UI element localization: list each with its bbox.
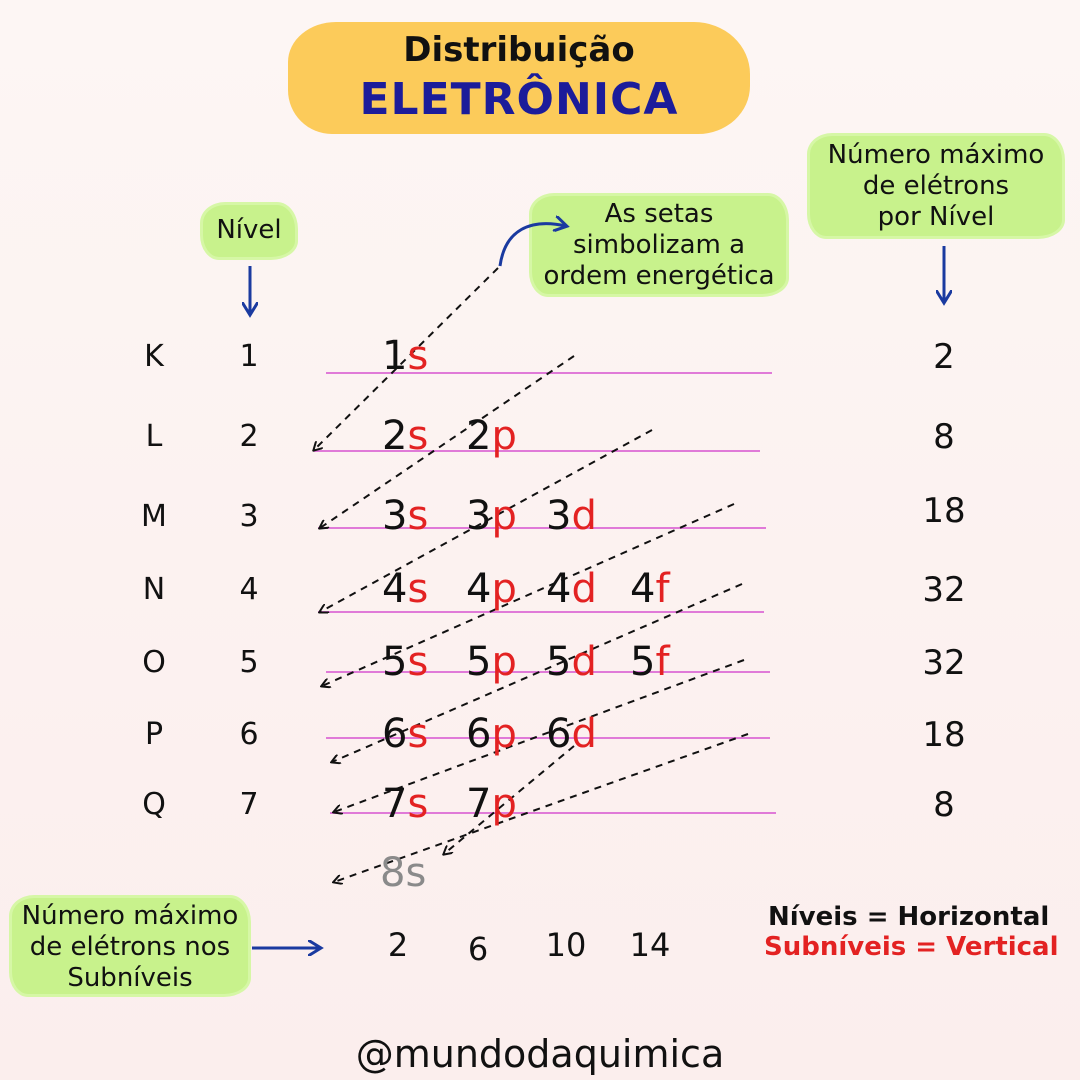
sublevel-letter: s — [407, 413, 429, 459]
legend-levels: Níveis = Horizontal — [768, 902, 1050, 932]
shell-letter: Q — [142, 787, 166, 822]
sublevel-letter: p — [491, 781, 517, 827]
sublevel-number: 3 — [546, 493, 572, 539]
sublevel-4p: 4p — [466, 566, 517, 612]
sublevel-letter: f — [655, 566, 670, 612]
level-number: 7 — [239, 787, 259, 822]
sublevel-5s: 5s — [382, 639, 428, 685]
level-capacity: 18 — [922, 715, 966, 755]
sublevel-number: 5 — [382, 639, 408, 685]
sublevel-capacity-d: 10 — [545, 926, 587, 964]
sublevel-number: 3 — [466, 493, 492, 539]
sublevel-letter: p — [491, 639, 517, 685]
level-number: 4 — [239, 572, 259, 607]
sublevel-4s: 4s — [382, 566, 428, 612]
sublevel-letter: s — [407, 639, 429, 685]
sublevel-number: 7 — [382, 781, 408, 827]
sublevel-letter: p — [491, 413, 517, 459]
sublevel-number: 5 — [466, 639, 492, 685]
shell-letter: N — [142, 572, 166, 607]
sublevel-5f: 5f — [630, 639, 670, 685]
shell-letter: K — [144, 339, 164, 374]
sublevel-7p: 7p — [466, 781, 517, 827]
sublevel-4f: 4f — [630, 566, 670, 612]
sublevel-number: 2 — [382, 413, 408, 459]
sublevel-3s: 3s — [382, 493, 428, 539]
sublevel-6s: 6s — [382, 711, 428, 757]
level-capacity: 32 — [922, 570, 966, 610]
sublevel-number: 7 — [466, 781, 492, 827]
sublevel-number: 5 — [630, 639, 656, 685]
author-handle: @mundodaquimica — [355, 1032, 725, 1076]
sublevel-number: 6 — [382, 711, 408, 757]
sublevel-number: 6 — [546, 711, 572, 757]
sublevel-number: 4 — [382, 566, 408, 612]
sublevel-number: 4 — [466, 566, 492, 612]
sublevel-letter: p — [491, 566, 517, 612]
sublevel-6d: 6d — [546, 711, 597, 757]
sublevel-number: 6 — [466, 711, 492, 757]
shell-letter: L — [145, 419, 163, 454]
sublevel-number: 2 — [466, 413, 492, 459]
sublevel-capacity-f: 14 — [629, 926, 671, 964]
level-number: 1 — [239, 339, 259, 374]
sublevel-5p: 5p — [466, 639, 517, 685]
sublevel-letter: s — [407, 333, 429, 379]
sublevel-letter: p — [491, 711, 517, 757]
sublevel-letter: s — [407, 711, 429, 757]
sublevel-number: 4 — [630, 566, 656, 612]
sublevel-letter: s — [407, 566, 429, 612]
level-number: 6 — [239, 717, 259, 752]
level-capacity: 8 — [933, 785, 955, 825]
sublevel-2s: 2s — [382, 413, 428, 459]
sublevel-number: 5 — [546, 639, 572, 685]
shell-letter: P — [144, 717, 164, 752]
sublevel-3d: 3d — [546, 493, 597, 539]
legend-sublevels: Subníveis = Vertical — [764, 932, 1059, 962]
level-capacity: 18 — [922, 491, 966, 531]
sublevel-6p: 6p — [466, 711, 517, 757]
level-number: 3 — [239, 499, 259, 534]
curved-arrow-icon — [498, 224, 566, 267]
sublevel-letter: d — [571, 493, 597, 539]
shell-letter: O — [142, 645, 166, 680]
sublevel-letter: s — [407, 781, 429, 827]
sublevel-3p: 3p — [466, 493, 517, 539]
sublevel-1s: 1s — [382, 333, 428, 379]
sublevel-letter: d — [571, 711, 597, 757]
level-capacity: 8 — [933, 417, 955, 457]
sublevel-5d: 5d — [546, 639, 597, 685]
level-capacity: 2 — [933, 337, 955, 377]
sublevel-2p: 2p — [466, 413, 517, 459]
sublevel-letter: s — [407, 493, 429, 539]
sublevel-number: 3 — [382, 493, 408, 539]
sublevel-capacity-s: 2 — [387, 926, 409, 964]
sublevel-number: 1 — [382, 333, 408, 379]
sublevel-letter: d — [571, 639, 597, 685]
level-number: 2 — [239, 419, 259, 454]
sublevel-capacity-p: 6 — [467, 930, 489, 968]
diagonal-arrow-icon — [320, 355, 575, 528]
level-number: 5 — [239, 645, 259, 680]
sublevel-7s: 7s — [382, 781, 428, 827]
shell-letter: M — [141, 499, 167, 534]
sublevel-letter: p — [491, 493, 517, 539]
sublevel-letter: d — [571, 566, 597, 612]
sublevel-8s: 8s — [380, 850, 427, 896]
sublevel-number: 4 — [546, 566, 572, 612]
sublevel-letter: f — [655, 639, 670, 685]
sublevel-4d: 4d — [546, 566, 597, 612]
level-capacity: 32 — [922, 643, 966, 683]
